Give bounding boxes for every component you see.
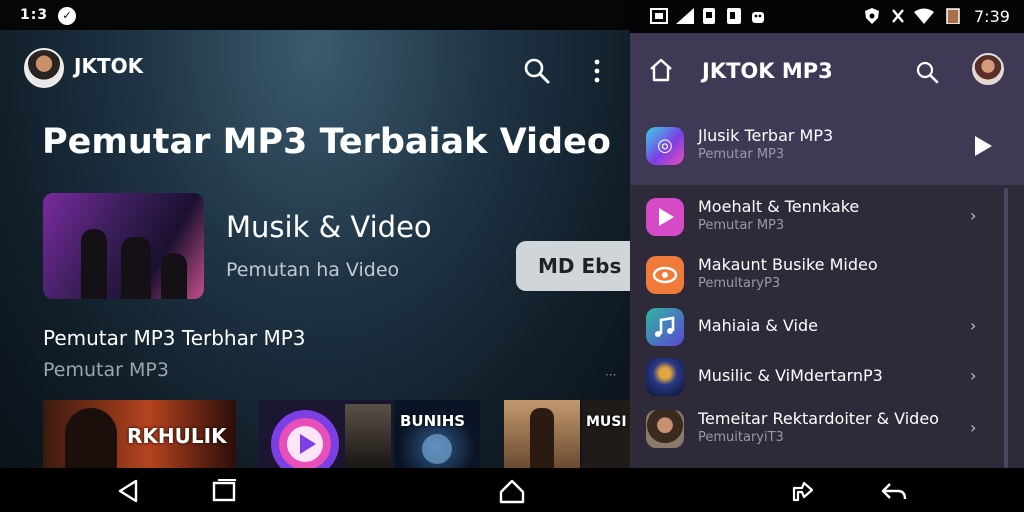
eye-app-icon xyxy=(646,256,684,294)
back-icon[interactable] xyxy=(114,478,142,504)
home-nav-icon[interactable] xyxy=(498,478,526,504)
tile-label: MUSI xyxy=(586,414,627,430)
play-disc-icon xyxy=(271,410,339,468)
sd-card-icon xyxy=(703,8,715,24)
media-tile[interactable]: RKHULIK xyxy=(43,400,236,468)
media-tile[interactable]: MUSI xyxy=(582,400,630,468)
format-chip[interactable]: MD Ebs xyxy=(516,241,630,291)
signal-icon xyxy=(676,8,694,24)
app-header: JKTOK MP3 ◎ Jlusik Terbar MP3 Pemutar MP… xyxy=(630,33,1024,185)
song-title: Makaunt Busike Mideo xyxy=(698,255,878,274)
artist-photo-icon xyxy=(646,410,684,448)
download-icon xyxy=(727,8,741,24)
rotate-icon[interactable] xyxy=(790,478,818,504)
tile-label: BUNIHS xyxy=(400,412,466,430)
section-title: Pemutar MP3 Terbhar MP3 xyxy=(43,326,306,350)
app-title: JKTOK xyxy=(74,54,144,78)
artist-silhouette xyxy=(65,408,117,468)
song-subtitle: Pemutar MP3 xyxy=(698,218,785,233)
song-title: Jlusik Terbar MP3 xyxy=(698,126,834,145)
music-note-app-icon xyxy=(646,308,684,346)
media-tile[interactable] xyxy=(504,400,580,468)
song-subtitle: Pemutar MP3 xyxy=(698,147,785,162)
feature-title[interactable]: Musik & Video xyxy=(226,210,432,244)
tile-label: RKHULIK xyxy=(127,424,227,448)
artist-photo xyxy=(345,404,391,468)
song-list-item[interactable]: Makaunt Busike Mideo PemultaryP3 xyxy=(630,250,1024,302)
left-app-window: 1:3 ✓ JKTOK Pemutar MP3 Terbaiak Video M… xyxy=(0,0,630,468)
app-title: JKTOK MP3 xyxy=(702,59,833,83)
play-app-icon xyxy=(646,198,684,236)
silhouette xyxy=(81,229,107,299)
wifi-icon xyxy=(914,8,934,24)
now-playing-row[interactable]: ◎ Jlusik Terbar MP3 Pemutar MP3 xyxy=(630,121,1024,173)
feature-subtitle: Pemutan ha Video xyxy=(226,259,400,281)
app-header: JKTOK xyxy=(0,40,630,96)
recents-icon[interactable] xyxy=(210,478,238,504)
page-title: Pemutar MP3 Terbaiak Video xyxy=(42,122,611,162)
status-time: 7:39 xyxy=(974,7,1010,26)
chevron-icon[interactable]: › xyxy=(970,206,992,228)
song-list-item[interactable]: Moehalt & Tennkake Pemutar MP3 › xyxy=(630,192,1024,244)
chevron-icon[interactable]: › xyxy=(970,316,992,338)
more-vert-icon[interactable] xyxy=(590,56,604,86)
song-title: Musilic & ViMdertarnP3 xyxy=(698,366,883,385)
battery-icon xyxy=(946,8,960,24)
silhouette xyxy=(161,253,187,299)
guitarist-silhouette xyxy=(530,408,554,468)
song-title: Mahiaia & Vide xyxy=(698,316,818,335)
song-list-item[interactable]: Mahiaia & Vide › xyxy=(630,302,1024,354)
media-tile[interactable]: BUNIHS xyxy=(394,400,480,468)
song-list-item[interactable]: Temeitar Rektardoiter & Video Pemuitaryi… xyxy=(630,404,1024,456)
status-bar-right: 7:39 xyxy=(630,0,1024,33)
right-app-window: 7:39 JKTOK MP3 ◎ Jlusik Terbar MP3 Pemut… xyxy=(630,0,1024,468)
navigation-bar xyxy=(0,468,1024,512)
album-art-icon xyxy=(646,358,684,396)
shield-icon xyxy=(865,8,879,24)
song-subtitle: PemultaryP3 xyxy=(698,276,781,291)
song-title: Moehalt & Tennkake xyxy=(698,197,860,216)
android-icon xyxy=(752,12,764,23)
notification-icon: ✓ xyxy=(58,7,76,25)
media-tile[interactable] xyxy=(259,400,393,468)
screen-icon xyxy=(650,8,668,24)
song-title: Temeitar Rektardoiter & Video xyxy=(698,409,939,428)
status-time: 1:3 xyxy=(20,7,49,23)
chevron-icon[interactable]: › xyxy=(970,418,992,440)
vibrate-icon xyxy=(892,9,904,23)
disc-graphic xyxy=(422,434,452,464)
search-icon[interactable] xyxy=(522,56,552,86)
music-app-icon: ◎ xyxy=(646,127,684,165)
song-list-item[interactable]: Musilic & ViMdertarnP3 › xyxy=(630,352,1024,404)
avatar[interactable] xyxy=(24,48,64,88)
avatar[interactable] xyxy=(972,53,1004,85)
song-subtitle: PemuitaryiT3 xyxy=(698,430,784,445)
play-icon[interactable] xyxy=(972,135,994,157)
feature-thumbnail[interactable] xyxy=(43,193,204,299)
reply-icon[interactable] xyxy=(880,478,908,504)
section-more-dots[interactable]: ··· xyxy=(605,368,616,382)
home-icon[interactable] xyxy=(648,57,674,83)
scrollbar[interactable] xyxy=(1004,188,1008,468)
silhouette xyxy=(121,237,151,299)
chevron-icon[interactable]: › xyxy=(970,366,992,388)
section-subtitle: Pemutar MP3 xyxy=(43,359,169,381)
search-icon[interactable] xyxy=(914,59,940,85)
status-bar-left: 1:3 ✓ xyxy=(0,0,630,30)
